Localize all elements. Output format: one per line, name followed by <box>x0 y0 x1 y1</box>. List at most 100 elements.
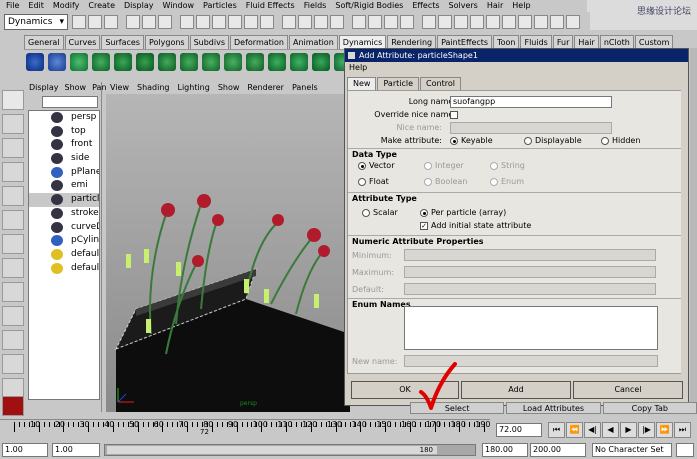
mask-icon[interactable] <box>244 15 258 29</box>
minimum-field[interactable] <box>404 249 656 261</box>
save-scene-icon[interactable] <box>104 15 118 29</box>
maximum-field[interactable] <box>404 266 656 278</box>
spring-icon[interactable] <box>312 53 330 71</box>
outliner-item[interactable]: top <box>29 125 99 139</box>
outliner-item[interactable]: default <box>29 248 99 262</box>
viewport-menu-view[interactable]: View <box>106 82 133 94</box>
end-time-field[interactable]: 200.00 <box>530 443 586 457</box>
gravity-field-icon[interactable] <box>114 53 132 71</box>
turbulence-field-icon[interactable] <box>180 53 198 71</box>
outliner-item[interactable]: pPlane1 <box>29 166 99 180</box>
layout-icon[interactable] <box>2 282 24 302</box>
menu-item-create[interactable]: Create <box>84 0 120 12</box>
3d-scene[interactable]: persp <box>106 94 350 412</box>
mask-icon[interactable] <box>260 15 274 29</box>
outliner-item[interactable]: particle <box>29 193 99 207</box>
layout-icon[interactable] <box>2 354 24 374</box>
input-field-icon[interactable] <box>438 15 452 29</box>
default-field[interactable] <box>404 283 656 295</box>
auto-key-icon[interactable] <box>676 443 694 457</box>
dialog-scrollbar[interactable] <box>681 90 686 374</box>
menu-item-fluid-effects[interactable]: Fluid Effects <box>242 0 300 12</box>
shelf-tab-fur[interactable]: Fur <box>552 35 574 49</box>
perspective-viewport[interactable]: View Shading Lighting Show Renderer Panels <box>106 82 350 412</box>
rigid-body-icon[interactable] <box>268 53 286 71</box>
displayable-radio[interactable] <box>524 137 532 145</box>
viewport-menu-shading[interactable]: Shading <box>133 82 174 94</box>
float-radio[interactable] <box>358 178 366 186</box>
render-icon[interactable] <box>368 15 382 29</box>
dialog-help-menu[interactable]: Help <box>345 62 688 74</box>
add-button[interactable]: Add <box>461 381 571 399</box>
menu-item-fields[interactable]: Fields <box>300 0 332 12</box>
load-attributes-button[interactable]: Load Attributes <box>506 402 601 414</box>
vortex-field-icon[interactable] <box>224 53 242 71</box>
shelf-tab-deformation[interactable]: Deformation <box>230 35 288 49</box>
input-field-icon[interactable] <box>550 15 564 29</box>
input-field-icon[interactable] <box>454 15 468 29</box>
input-field-icon[interactable] <box>534 15 548 29</box>
range-slider-handle[interactable]: 180 <box>107 446 437 454</box>
viewport-menu-lighting[interactable]: Lighting <box>173 82 213 94</box>
outliner-menu-display[interactable]: Display <box>26 82 62 94</box>
input-field-icon[interactable] <box>518 15 532 29</box>
select-tool-icon[interactable] <box>2 90 24 110</box>
snap-curve-icon[interactable] <box>298 15 312 29</box>
last-tool-icon[interactable] <box>2 258 24 278</box>
history-icon[interactable] <box>352 15 366 29</box>
go-to-end-icon[interactable]: ⏭ <box>674 422 691 438</box>
mask-icon[interactable] <box>196 15 210 29</box>
menu-item-edit[interactable]: Edit <box>24 0 49 12</box>
menu-item-hair[interactable]: Hair <box>483 0 508 12</box>
render-settings-icon[interactable] <box>400 15 414 29</box>
play-forwards-icon[interactable]: ▶ <box>620 422 637 438</box>
mask-icon[interactable] <box>180 15 194 29</box>
mode-selector[interactable]: Dynamics <box>4 14 68 30</box>
scalar-radio[interactable] <box>362 209 370 217</box>
air-field-icon[interactable] <box>70 53 88 71</box>
paint-select-icon[interactable] <box>2 138 24 158</box>
shelf-tab-surfaces[interactable]: Surfaces <box>101 35 144 49</box>
shelf-tab-ncloth[interactable]: nCloth <box>599 35 634 49</box>
input-field-icon[interactable] <box>502 15 516 29</box>
menu-item-solvers[interactable]: Solvers <box>445 0 483 12</box>
dialog-tab-particle[interactable]: Particle <box>377 77 420 90</box>
string-radio[interactable] <box>490 162 498 170</box>
playback-start-field[interactable]: 1.00 <box>52 443 100 457</box>
menu-item-file[interactable]: File <box>2 0 24 12</box>
outliner-item[interactable]: strokeD <box>29 207 99 221</box>
long-name-field[interactable]: suofangpp <box>450 96 612 108</box>
layout-icon[interactable] <box>2 330 24 350</box>
menu-item-particles[interactable]: Particles <box>199 0 242 12</box>
shelf-tab-custom[interactable]: Custom <box>634 35 674 49</box>
menu-item-soft-rigid-bodies[interactable]: Soft/Rigid Bodies <box>331 0 408 12</box>
shelf-tab-animation[interactable]: Animation <box>288 35 338 49</box>
layout-icon[interactable] <box>2 378 24 398</box>
volume-axis-icon[interactable] <box>246 53 264 71</box>
snap-grid-icon[interactable] <box>282 15 296 29</box>
input-field-icon[interactable] <box>486 15 500 29</box>
menu-item-modify[interactable]: Modify <box>49 0 85 12</box>
go-to-start-icon[interactable]: ⏮ <box>548 422 565 438</box>
viewport-menu-show[interactable]: Show <box>214 82 244 94</box>
open-scene-icon[interactable] <box>88 15 102 29</box>
outliner-menu-show[interactable]: Show <box>62 82 90 94</box>
step-forward-icon[interactable]: ⏩ <box>656 422 673 438</box>
dialog-title[interactable]: Add Attribute: particleShape1 <box>345 49 688 62</box>
dialog-tab-new[interactable]: New <box>347 77 377 90</box>
integer-radio[interactable] <box>424 162 432 170</box>
step-back-icon[interactable]: ⏪ <box>566 422 583 438</box>
outliner-item[interactable]: emi <box>29 179 99 193</box>
shelf-tab-hair[interactable]: Hair <box>574 35 599 49</box>
shelf-tab-dynamics[interactable]: Dynamics <box>338 35 387 49</box>
step-back-frame-icon[interactable]: ◀| <box>584 422 601 438</box>
copy-tab-button[interactable]: Copy Tab <box>602 402 697 414</box>
shelf-tab-toon[interactable]: Toon <box>493 35 520 49</box>
play-backwards-icon[interactable]: ◀ <box>602 422 619 438</box>
input-field-icon[interactable] <box>566 15 580 29</box>
rotate-tool-icon[interactable] <box>2 186 24 206</box>
select-hierarchy-icon[interactable] <box>126 15 140 29</box>
mask-icon[interactable] <box>212 15 226 29</box>
shelf-tab-rendering[interactable]: Rendering <box>387 35 437 49</box>
soft-body-icon[interactable] <box>290 53 308 71</box>
